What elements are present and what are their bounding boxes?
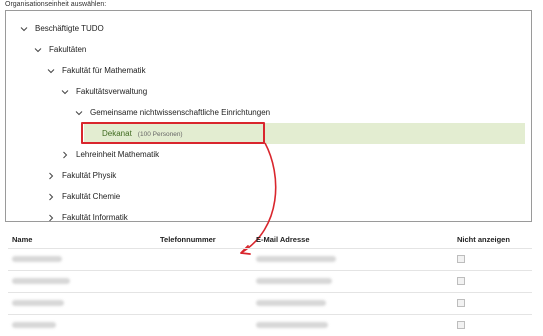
table-header: Name Telefonnummer E-Mail Adresse Nicht … [0, 232, 543, 248]
annotation-highlight-box [81, 122, 265, 144]
tree-node-label: Fakultät Chemie [62, 192, 121, 201]
tree-node-label: Beschäftigte TUDO [35, 24, 104, 33]
column-header-phone[interactable]: Telefonnummer [160, 235, 216, 244]
column-header-email[interactable]: E-Mail Adresse [256, 235, 310, 244]
table-row [8, 314, 532, 336]
chevron-right-icon[interactable] [61, 151, 69, 159]
blurred-name [12, 322, 56, 328]
chevron-down-icon[interactable] [34, 46, 42, 54]
tree-node-beschaeftigte[interactable]: Beschäftigte TUDO [6, 18, 531, 39]
hide-checkbox[interactable] [457, 255, 465, 263]
chevron-down-icon[interactable] [20, 25, 28, 33]
blurred-name [12, 278, 70, 284]
tree-node-fakultaet-chemie[interactable]: Fakultät Chemie [6, 186, 531, 207]
chevron-right-icon[interactable] [47, 172, 55, 180]
tree-node-label: Fakultät für Mathematik [62, 66, 146, 75]
hide-checkbox[interactable] [457, 277, 465, 285]
table-row [8, 270, 532, 292]
org-unit-label: Organisationseinheit auswählen: [5, 1, 107, 8]
tree-node-label: Gemeinsame nichtwissenschaftliche Einric… [90, 108, 271, 117]
tree-node-label: Fakultät Physik [62, 171, 117, 180]
tree-node-label: Fakultäten [49, 45, 87, 54]
blurred-name [12, 300, 64, 306]
chevron-down-icon[interactable] [75, 109, 83, 117]
column-header-hide[interactable]: Nicht anzeigen [457, 235, 510, 244]
blurred-email [256, 278, 332, 284]
tree-node-gemeinsame-einrichtungen[interactable]: Gemeinsame nichtwissenschaftliche Einric… [6, 102, 531, 123]
tree-node-fakultaetsverwaltung[interactable]: Fakultätsverwaltung [6, 81, 531, 102]
chevron-right-icon[interactable] [47, 193, 55, 201]
chevron-down-icon[interactable] [47, 67, 55, 75]
tree-node-lehreinheit-mathematik[interactable]: Lehreinheit Mathematik [6, 144, 531, 165]
hide-checkbox[interactable] [457, 299, 465, 307]
table-row [8, 292, 532, 314]
blurred-name [12, 256, 62, 262]
column-header-name[interactable]: Name [12, 235, 32, 244]
tree-node-fakultaeten[interactable]: Fakultäten [6, 39, 531, 60]
chevron-right-icon[interactable] [47, 214, 55, 222]
blurred-email [256, 256, 336, 262]
chevron-down-icon[interactable] [61, 88, 69, 96]
table-row [8, 248, 532, 270]
tree-node-label: Fakultätsverwaltung [76, 87, 148, 96]
tree-node-label: Lehreinheit Mathematik [76, 150, 160, 159]
tree-node-fakultaet-informatik[interactable]: Fakultät Informatik [6, 207, 531, 222]
tree-node-label: Fakultät Informatik [62, 213, 128, 222]
tree-node-fakultaet-physik[interactable]: Fakultät Physik [6, 165, 531, 186]
tree-node-fakultaet-mathematik[interactable]: Fakultät für Mathematik [6, 60, 531, 81]
blurred-email [256, 322, 328, 328]
org-tree-panel: Beschäftigte TUDO Fakultäten Fakultät fü… [5, 10, 532, 222]
blurred-email [256, 300, 326, 306]
hide-checkbox[interactable] [457, 321, 465, 329]
